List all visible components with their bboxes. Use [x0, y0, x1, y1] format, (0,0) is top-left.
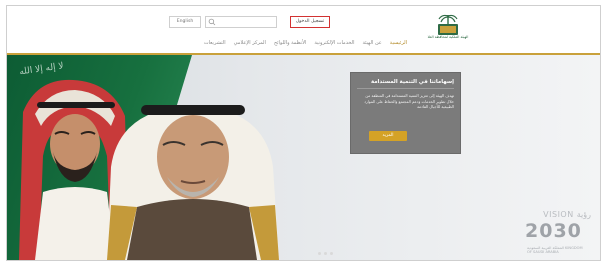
- nav-item[interactable]: التشريعات: [204, 40, 226, 46]
- logo-caption: الهيئة الملكية لمحافظة العلا: [427, 35, 469, 39]
- info-card-title: إسهاماتنا في التنمية المستدامة: [370, 79, 454, 85]
- slider-dot[interactable]: [324, 252, 327, 255]
- nav-item[interactable]: الرئيسية: [390, 40, 407, 46]
- palm-emblem-icon: [438, 14, 458, 35]
- info-card: إسهاماتنا في التنمية المستدامة تهدف الهي…: [350, 72, 461, 154]
- language-button[interactable]: English: [169, 16, 201, 28]
- slider-dot[interactable]: [318, 252, 321, 255]
- vision-2030-logo: VISION رؤية 2030 المملكة العربية السعودي…: [521, 210, 599, 260]
- read-more-button[interactable]: المزيد: [369, 131, 407, 141]
- nav-item[interactable]: الأنظمة واللوائح: [274, 40, 306, 46]
- vision-label: VISION رؤية: [543, 210, 591, 219]
- page-frame: الهيئة الملكية لمحافظة العلا English تسج…: [6, 5, 601, 261]
- slider-dot[interactable]: [330, 252, 333, 255]
- search-icon: [208, 18, 216, 26]
- main-nav: الرئيسية عن الهيئة الخدمات الإلكترونية الأن…: [7, 38, 407, 48]
- site-header: الهيئة الملكية لمحافظة العلا English تسج…: [7, 6, 600, 55]
- nav-item[interactable]: المركز الإعلامي: [234, 40, 266, 46]
- nav-item[interactable]: الخدمات الإلكترونية: [314, 40, 354, 46]
- nav-item[interactable]: عن الهيئة: [362, 40, 381, 46]
- site-logo[interactable]: الهيئة الملكية لمحافظة العلا: [423, 12, 473, 46]
- hero-banner: لا إله إلا الله إسهاماتنا في التنمية الم…: [7, 55, 600, 260]
- slider-dots[interactable]: [318, 252, 333, 255]
- login-button[interactable]: تسجيل الدخول: [290, 16, 330, 28]
- vision-subtitle: المملكة العربية السعودية KINGDOM OF SAUD…: [527, 246, 583, 255]
- search-input[interactable]: [205, 16, 277, 28]
- info-card-body: تهدف الهيئة إلى تعزيز التنمية المستدامة …: [364, 93, 454, 110]
- portrait-center: [107, 105, 279, 260]
- info-card-divider: [357, 88, 454, 89]
- vision-year: 2030: [525, 220, 582, 242]
